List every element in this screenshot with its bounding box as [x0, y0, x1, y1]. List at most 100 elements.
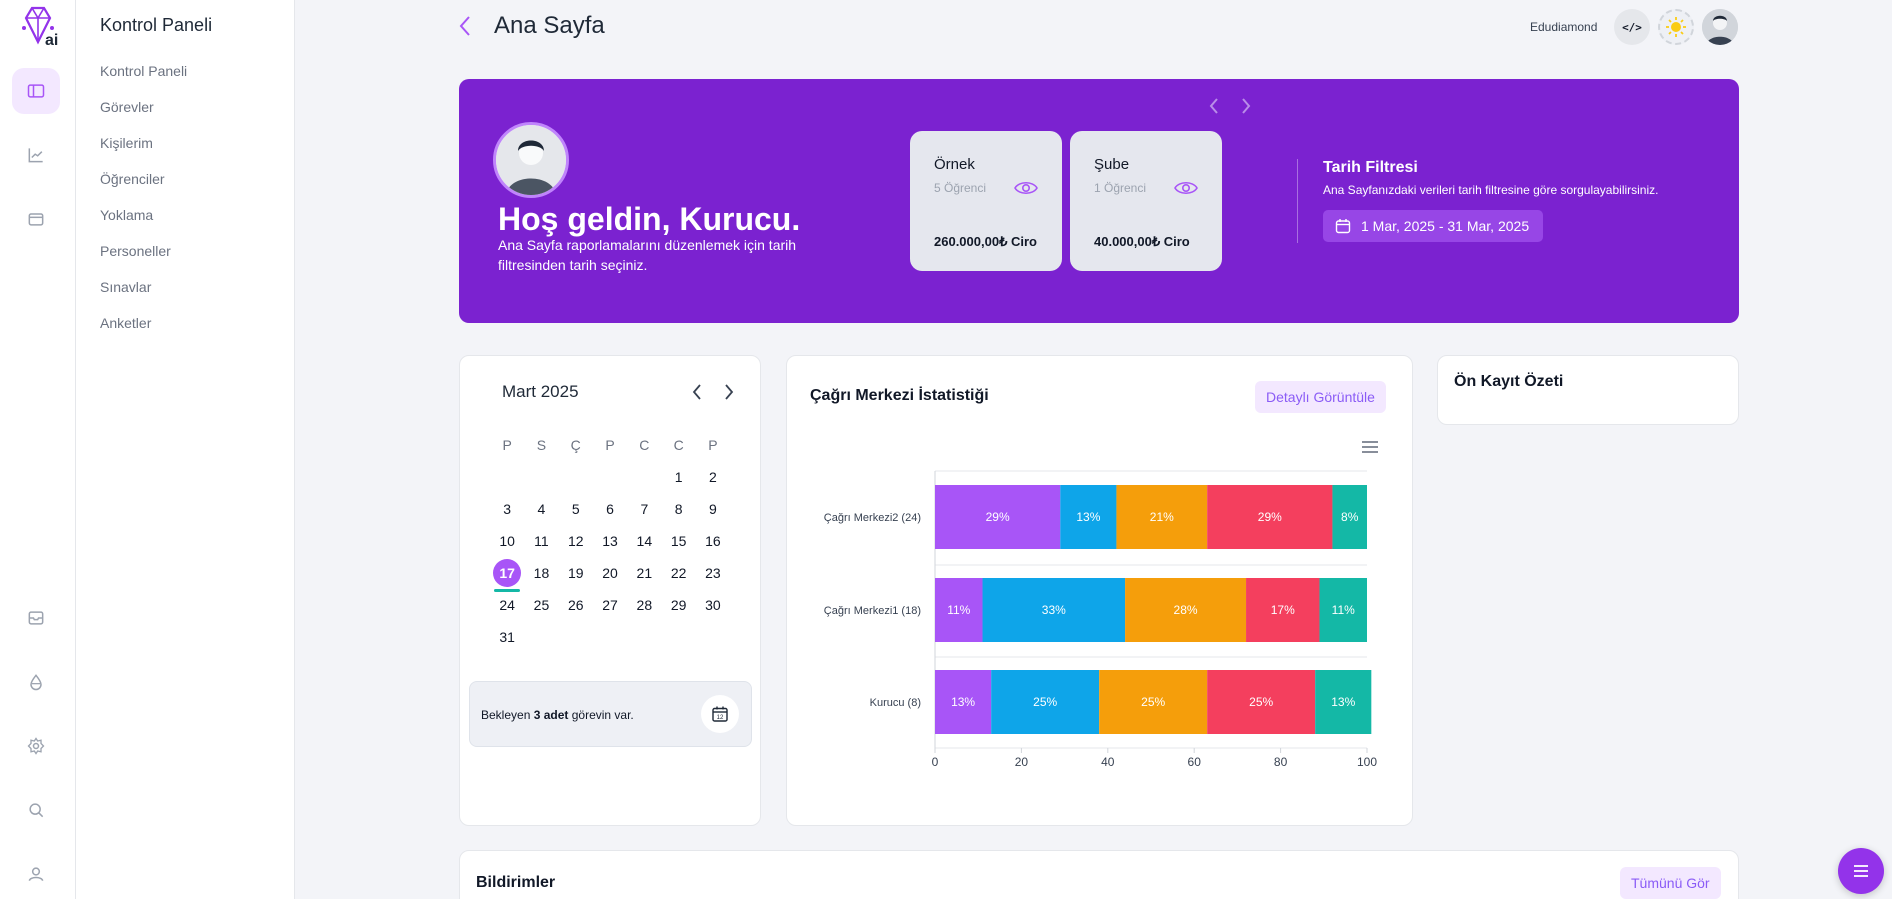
wallet-icon [28, 213, 44, 226]
calendar-day[interactable]: 19 [559, 557, 593, 589]
date-range-picker[interactable]: 1 Mar, 2025 - 31 Mar, 2025 [1323, 210, 1544, 242]
chevron-left-icon [459, 16, 470, 36]
calendar-day[interactable]: 6 [593, 493, 627, 525]
calendar-day-today[interactable]: 17 [490, 557, 524, 592]
calendar-day[interactable]: 28 [627, 589, 661, 621]
inbox-button[interactable] [12, 595, 60, 641]
weekday-label: C [673, 437, 684, 453]
calendar-next-button[interactable] [719, 382, 739, 402]
category-label: Çağrı Merkezi2 (24) [824, 512, 921, 524]
x-tick-label: 40 [1101, 755, 1115, 769]
sidebar-toggle-button[interactable] [12, 68, 60, 114]
developer-button[interactable]: </> [1614, 9, 1650, 45]
x-tick-label: 0 [932, 755, 939, 769]
calendar-day[interactable]: 5 [559, 493, 593, 525]
user-name[interactable]: Edudiamond [1530, 20, 1597, 34]
calendar-day[interactable]: 31 [490, 621, 524, 653]
calendar-day[interactable]: 15 [661, 525, 695, 557]
page-title: Ana Sayfa [494, 12, 605, 39]
notifications-title: Bildirimler [476, 874, 556, 891]
calendar-day[interactable]: 2 [696, 461, 730, 493]
sidebar-icon [27, 84, 45, 98]
nav-panel: Kontrol Paneli Kontrol Paneli Görevler K… [76, 0, 295, 899]
stacked-bar-chart: 29% 13% 21% 29% 8% Çağrı Merkezi2 (24) 11% 33% 2… [824, 470, 1377, 769]
nav-item-kontrol-paneli[interactable]: Kontrol Paneli [100, 62, 187, 98]
carousel-prev-button[interactable] [1206, 97, 1222, 115]
profile-button[interactable] [12, 851, 60, 897]
calendar-day[interactable]: 26 [559, 589, 593, 621]
chevron-left-icon [1209, 98, 1218, 114]
ai-logo[interactable]: ai [10, 4, 64, 49]
calendar-day[interactable]: 7 [627, 493, 661, 525]
nav-item-anketler[interactable]: Anketler [100, 314, 187, 350]
date-filter-subtitle: Ana Sayfanızdaki verileri tarih filtresi… [1323, 183, 1659, 197]
svg-text:ai: ai [45, 32, 58, 48]
branch-card-sube[interactable]: Şube 1 Öğrenci 40.000,00₺ Ciro [1070, 131, 1222, 271]
finance-button[interactable] [12, 196, 60, 242]
weekday-label: P [502, 437, 512, 453]
calendar-day[interactable]: 14 [627, 525, 661, 557]
nav-item-sinavlar[interactable]: Sınavlar [100, 278, 187, 314]
theme-drop-button[interactable] [12, 659, 60, 705]
pending-tasks-text: Bekleyen 3 adet görevin var. [481, 708, 634, 722]
reports-button[interactable] [12, 132, 60, 178]
calendar-day[interactable]: 23 [696, 557, 730, 589]
back-button[interactable] [454, 14, 476, 38]
calendar-day[interactable]: 13 [593, 525, 627, 557]
calendar-day[interactable]: 18 [524, 557, 558, 589]
weekday-label: C [639, 437, 650, 453]
calendar-day[interactable]: 4 [524, 493, 558, 525]
settings-button[interactable] [12, 723, 60, 769]
weekday-label: Ç [570, 437, 581, 453]
nav-item-personeller[interactable]: Personeller [100, 242, 187, 278]
calendar-day[interactable]: 8 [661, 493, 695, 525]
nav-list: Kontrol Paneli Görevler Kişilerim Öğrenc… [100, 62, 187, 350]
calendar-day[interactable]: 3 [490, 493, 524, 525]
theme-toggle-button[interactable] [1658, 9, 1694, 45]
user-avatar[interactable] [1702, 9, 1738, 45]
search-button[interactable] [12, 787, 60, 833]
calendar-day[interactable]: 20 [593, 557, 627, 589]
avatar-icon [496, 125, 566, 195]
calendar-day[interactable]: 10 [490, 525, 524, 557]
user-icon [28, 867, 44, 882]
eye-icon[interactable] [1014, 179, 1038, 197]
floating-menu-button[interactable] [1838, 848, 1884, 894]
calendar-prev-button[interactable] [687, 382, 707, 402]
nav-item-ogrenciler[interactable]: Öğrenciler [100, 170, 187, 206]
branch-name: Örnek [934, 156, 975, 173]
calendar-day[interactable]: 27 [593, 589, 627, 621]
nav-item-kisilerim[interactable]: Kişilerim [100, 134, 187, 170]
eye-icon[interactable] [1174, 179, 1198, 197]
nav-item-yoklama[interactable]: Yoklama [100, 206, 187, 242]
bar-data-label: 33% [1042, 603, 1066, 617]
open-tasks-calendar-button[interactable]: 12 [701, 695, 739, 733]
calendar-day[interactable]: 22 [661, 557, 695, 589]
carousel-next-button[interactable] [1238, 97, 1254, 115]
calendar-day[interactable]: 30 [696, 589, 730, 621]
calendar-day[interactable]: 21 [627, 557, 661, 589]
calendar-blank [627, 461, 661, 493]
x-tick-label: 100 [1357, 755, 1377, 769]
calendar-day[interactable]: 1 [661, 461, 695, 493]
bar-data-label: 25% [1033, 695, 1057, 709]
pending-tasks-box: Bekleyen 3 adet görevin var. 12 [469, 681, 752, 747]
notifications-card: Bildirimler Tümünü Gör [459, 850, 1739, 899]
hero-divider [1297, 159, 1298, 243]
calendar-day[interactable]: 11 [524, 525, 558, 557]
calendar-day[interactable]: 9 [696, 493, 730, 525]
calendar-day[interactable]: 12 [559, 525, 593, 557]
calendar-day[interactable]: 16 [696, 525, 730, 557]
bar-data-label: 21% [1150, 510, 1174, 524]
bar-data-label: 17% [1271, 603, 1295, 617]
nav-item-gorevler[interactable]: Görevler [100, 98, 187, 134]
calendar-day[interactable]: 25 [524, 589, 558, 621]
branch-name: Şube [1094, 156, 1130, 173]
calendar-day[interactable]: 29 [661, 589, 695, 621]
branch-card-ornek[interactable]: Örnek 5 Öğrenci 260.000,00₺ Ciro [910, 131, 1062, 271]
sun-icon [1666, 17, 1686, 37]
calendar-day[interactable]: 24 [490, 589, 524, 621]
pre-registration-title: Ön Kayıt Özeti [1454, 373, 1564, 390]
see-all-button[interactable]: Tümünü Gör [1620, 867, 1721, 899]
settings-icon [27, 737, 45, 755]
